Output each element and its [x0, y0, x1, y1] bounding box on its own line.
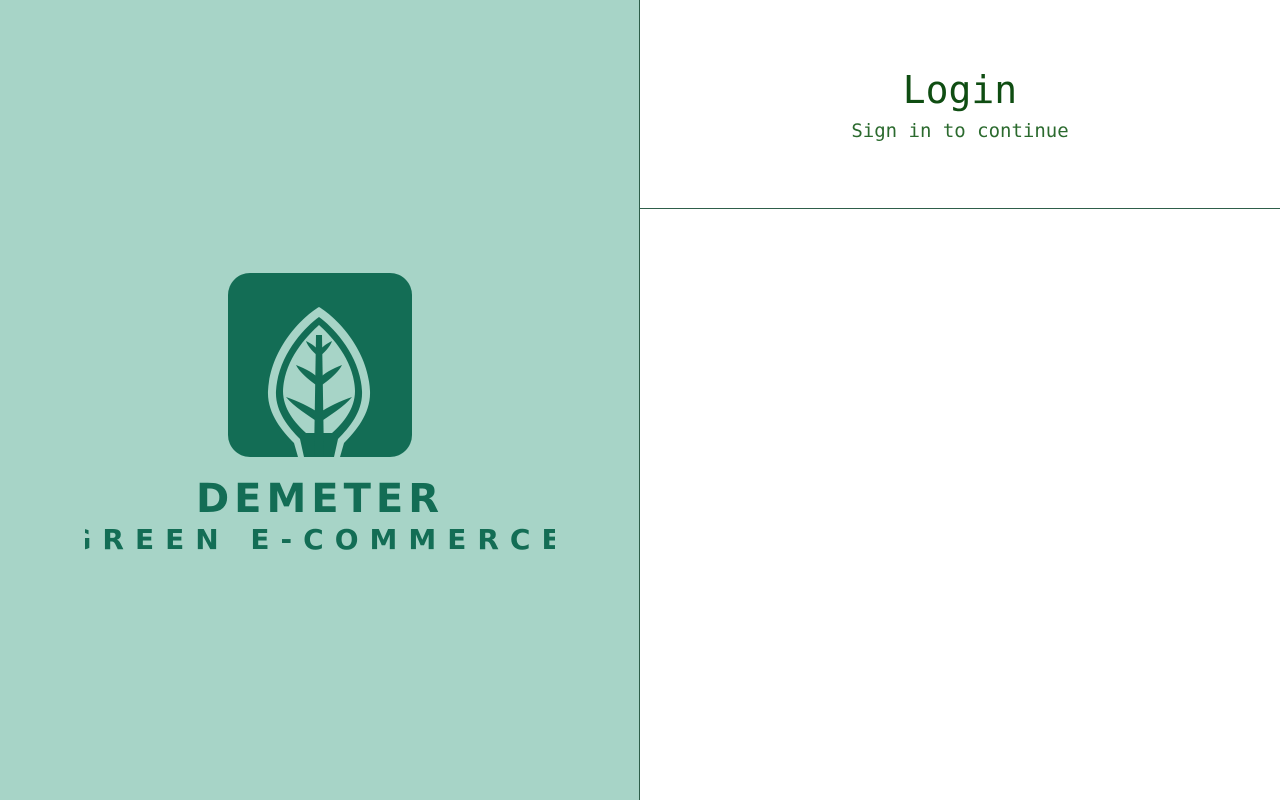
brand-wordmark: DEMETER GREEN E-COMMERCE [85, 479, 555, 556]
brand-panel: DEMETER GREEN E-COMMERCE [0, 0, 640, 800]
leaf-icon [227, 273, 412, 457]
brand-name: DEMETER [195, 479, 443, 522]
login-header: Login Sign in to continue [640, 0, 1280, 209]
page-subtitle: Sign in to continue [851, 120, 1069, 142]
brand-logo: DEMETER GREEN E-COMMERCE [0, 273, 639, 559]
brand-tagline: GREEN E-COMMERCE [85, 523, 555, 556]
page-title: Login [902, 68, 1018, 112]
login-page: DEMETER GREEN E-COMMERCE Login Sign in t… [0, 0, 1280, 800]
login-form-area [640, 209, 1280, 799]
login-panel: Login Sign in to continue [640, 0, 1280, 800]
